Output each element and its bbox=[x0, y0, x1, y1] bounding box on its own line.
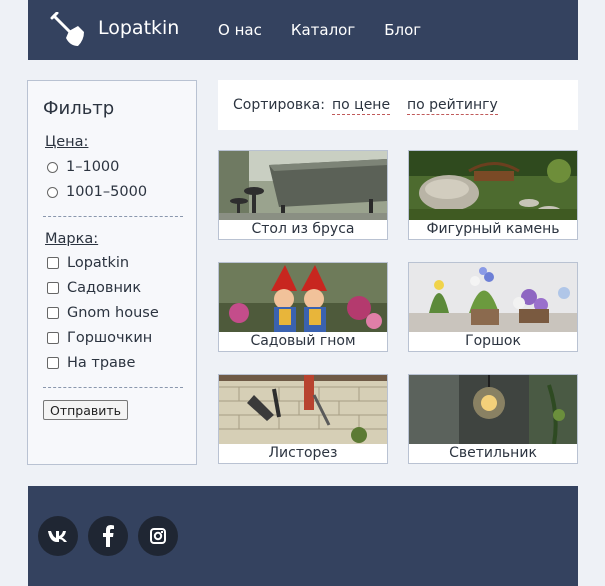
brand-option-label: На траве bbox=[67, 355, 136, 371]
product-name[interactable]: Горшок bbox=[409, 331, 577, 351]
filter-panel: Фильтр Цена: 1–1000 1001–5000 Марка: Lop… bbox=[27, 80, 197, 465]
product-card[interactable]: Листорез bbox=[218, 374, 388, 464]
filter-divider bbox=[43, 387, 183, 388]
brand-option-label: Горшочкин bbox=[67, 330, 153, 346]
brand-option-gorshochkin[interactable]: Горшочкин bbox=[47, 330, 152, 346]
site-footer bbox=[28, 486, 578, 586]
brand-option-lopatkin[interactable]: Lopatkin bbox=[47, 255, 129, 271]
product-image-lamp[interactable] bbox=[409, 375, 577, 444]
checkbox[interactable] bbox=[47, 307, 59, 319]
product-name[interactable]: Светильник bbox=[409, 443, 577, 463]
submit-button[interactable]: Отправить bbox=[43, 400, 129, 420]
brand-option-sadovnik[interactable]: Садовник bbox=[47, 280, 141, 296]
product-name[interactable]: Фигурный камень bbox=[409, 219, 577, 239]
sort-bar: Сортировка: по цене по рейтингу bbox=[218, 80, 578, 130]
product-image-table[interactable] bbox=[219, 151, 387, 220]
filter-title: Фильтр bbox=[43, 98, 115, 119]
product-card[interactable]: Горшок bbox=[408, 262, 578, 352]
brand-option-label: Садовник bbox=[67, 280, 142, 296]
price-option-label: 1001–5000 bbox=[66, 184, 148, 200]
product-card[interactable]: Светильник bbox=[408, 374, 578, 464]
nav-blog[interactable]: Блог bbox=[384, 21, 421, 39]
brand-option-label: Lopatkin bbox=[67, 255, 130, 271]
product-name[interactable]: Листорез bbox=[219, 443, 387, 463]
sort-label: Сортировка: bbox=[233, 97, 325, 113]
filter-divider bbox=[43, 216, 183, 217]
brand-label: Марка: bbox=[45, 231, 99, 247]
shovel-icon[interactable] bbox=[50, 12, 86, 48]
nav-about[interactable]: О нас bbox=[218, 21, 262, 39]
product-image-stone[interactable] bbox=[409, 151, 577, 220]
product-card[interactable]: Садовый гном bbox=[218, 262, 388, 352]
nav-catalog[interactable]: Каталог bbox=[291, 21, 355, 39]
facebook-icon[interactable] bbox=[88, 516, 128, 556]
price-option-1[interactable]: 1–1000 bbox=[47, 159, 119, 175]
radio-button[interactable] bbox=[47, 186, 58, 198]
brand-name[interactable]: Lopatkin bbox=[98, 17, 179, 39]
product-image-pruner[interactable] bbox=[219, 375, 387, 444]
product-name[interactable]: Садовый гном bbox=[219, 331, 387, 351]
sort-by-price-link[interactable]: по цене bbox=[332, 97, 391, 115]
site-header: Lopatkin О нас Каталог Блог bbox=[28, 0, 578, 60]
checkbox[interactable] bbox=[47, 332, 59, 344]
product-image-pot[interactable] bbox=[409, 263, 577, 332]
brand-option-na-trave[interactable]: На траве bbox=[47, 355, 135, 371]
brand-option-gnom-house[interactable]: Gnom house bbox=[47, 305, 159, 321]
product-card[interactable]: Стол из бруса bbox=[218, 150, 388, 240]
brand-option-label: Gnom house bbox=[67, 305, 159, 321]
price-option-2[interactable]: 1001–5000 bbox=[47, 184, 147, 200]
price-label: Цена: bbox=[45, 134, 89, 150]
checkbox[interactable] bbox=[47, 257, 59, 269]
product-image-gnome[interactable] bbox=[219, 263, 387, 332]
checkbox[interactable] bbox=[47, 282, 59, 294]
instagram-icon[interactable] bbox=[138, 516, 178, 556]
product-name[interactable]: Стол из бруса bbox=[219, 219, 387, 239]
product-card[interactable]: Фигурный камень bbox=[408, 150, 578, 240]
radio-button[interactable] bbox=[47, 161, 58, 173]
price-option-label: 1–1000 bbox=[66, 159, 120, 175]
vk-icon[interactable] bbox=[38, 516, 78, 556]
checkbox[interactable] bbox=[47, 357, 59, 369]
main-nav: О нас Каталог Блог bbox=[218, 21, 450, 39]
sort-by-rating-link[interactable]: по рейтингу bbox=[407, 97, 498, 115]
